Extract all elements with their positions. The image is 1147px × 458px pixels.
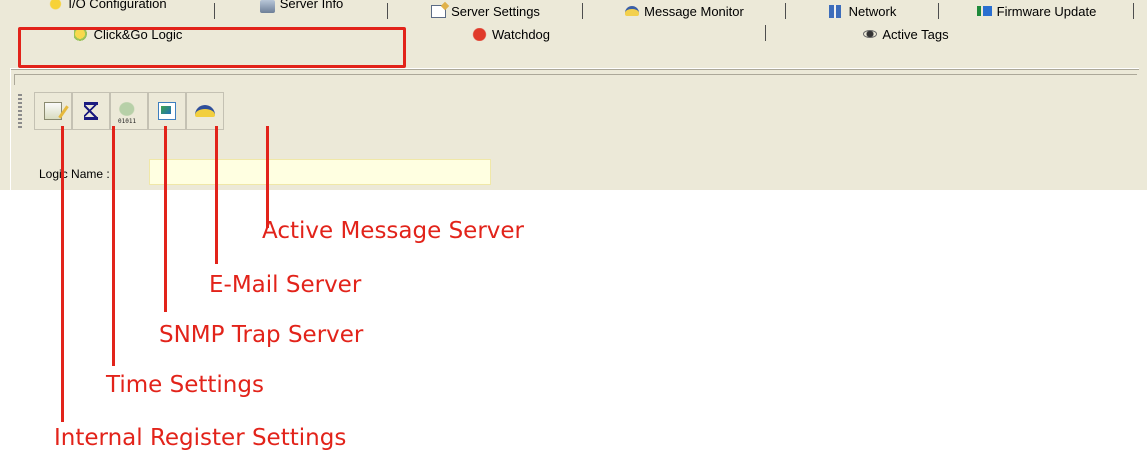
annotation-active-message-server: Active Message Server bbox=[262, 218, 524, 244]
tab-label: Message Monitor bbox=[644, 3, 744, 19]
server-icon bbox=[259, 0, 275, 13]
tab-active-tags[interactable]: Active Tags bbox=[766, 22, 1046, 46]
network-icon bbox=[828, 4, 844, 18]
tab-label: Server Settings bbox=[451, 3, 540, 19]
tab-label: Network bbox=[848, 3, 897, 19]
panel-bevel bbox=[14, 74, 1137, 85]
annotation-snmp-trap-server: SNMP Trap Server bbox=[159, 322, 364, 348]
active-message-server-button[interactable] bbox=[186, 92, 224, 130]
tab-label: I/O Configuration bbox=[68, 0, 167, 11]
tab-row-top: I/O Configuration Server Info Server Set… bbox=[0, 0, 1140, 22]
active-message-icon bbox=[195, 105, 215, 117]
tab-server-settings[interactable]: Server Settings bbox=[388, 0, 583, 22]
annotation-line-time bbox=[112, 126, 115, 366]
annotation-internal-register-settings: Internal Register Settings bbox=[54, 425, 347, 451]
selected-tab-highlight bbox=[18, 27, 406, 68]
tab-message-monitor[interactable]: Message Monitor bbox=[583, 0, 786, 22]
annotation-line-active-message bbox=[266, 126, 269, 228]
logic-name-input[interactable] bbox=[149, 159, 491, 185]
io-icon bbox=[48, 0, 64, 13]
toolbar bbox=[20, 92, 224, 132]
tab-label: Server Info bbox=[279, 0, 344, 11]
annotation-email-server: E-Mail Server bbox=[209, 272, 362, 298]
register-icon bbox=[44, 102, 62, 120]
annotation-line-register bbox=[61, 126, 64, 422]
annotation-line-snmp bbox=[164, 126, 167, 312]
watchdog-icon bbox=[471, 27, 487, 41]
mail-icon bbox=[158, 102, 176, 120]
email-server-button[interactable] bbox=[148, 92, 186, 130]
hourglass-icon bbox=[84, 102, 98, 120]
logic-name-label: Logic Name : bbox=[39, 167, 110, 181]
snmp-icon bbox=[118, 101, 140, 125]
monitor-icon bbox=[625, 6, 640, 16]
application-window: I/O Configuration Server Info Server Set… bbox=[0, 0, 1147, 190]
tab-label: Watchdog bbox=[491, 26, 551, 42]
internal-register-settings-button[interactable] bbox=[34, 92, 72, 130]
tab-label: Active Tags bbox=[882, 26, 949, 42]
annotation-time-settings: Time Settings bbox=[106, 372, 264, 398]
tab-server-info[interactable]: Server Info bbox=[215, 0, 388, 22]
settings-icon bbox=[431, 4, 447, 18]
tab-io-configuration[interactable]: I/O Configuration bbox=[0, 0, 215, 22]
tab-separator bbox=[1133, 3, 1134, 19]
time-settings-button[interactable] bbox=[72, 92, 110, 130]
tab-firmware-update[interactable]: Firmware Update bbox=[939, 0, 1134, 22]
tab-network[interactable]: Network bbox=[786, 0, 939, 22]
firmware-icon bbox=[976, 6, 992, 16]
annotation-line-email bbox=[215, 126, 218, 264]
tab-label: Firmware Update bbox=[996, 3, 1097, 19]
active-tags-icon bbox=[863, 30, 878, 38]
snmp-trap-server-button[interactable] bbox=[110, 92, 148, 130]
